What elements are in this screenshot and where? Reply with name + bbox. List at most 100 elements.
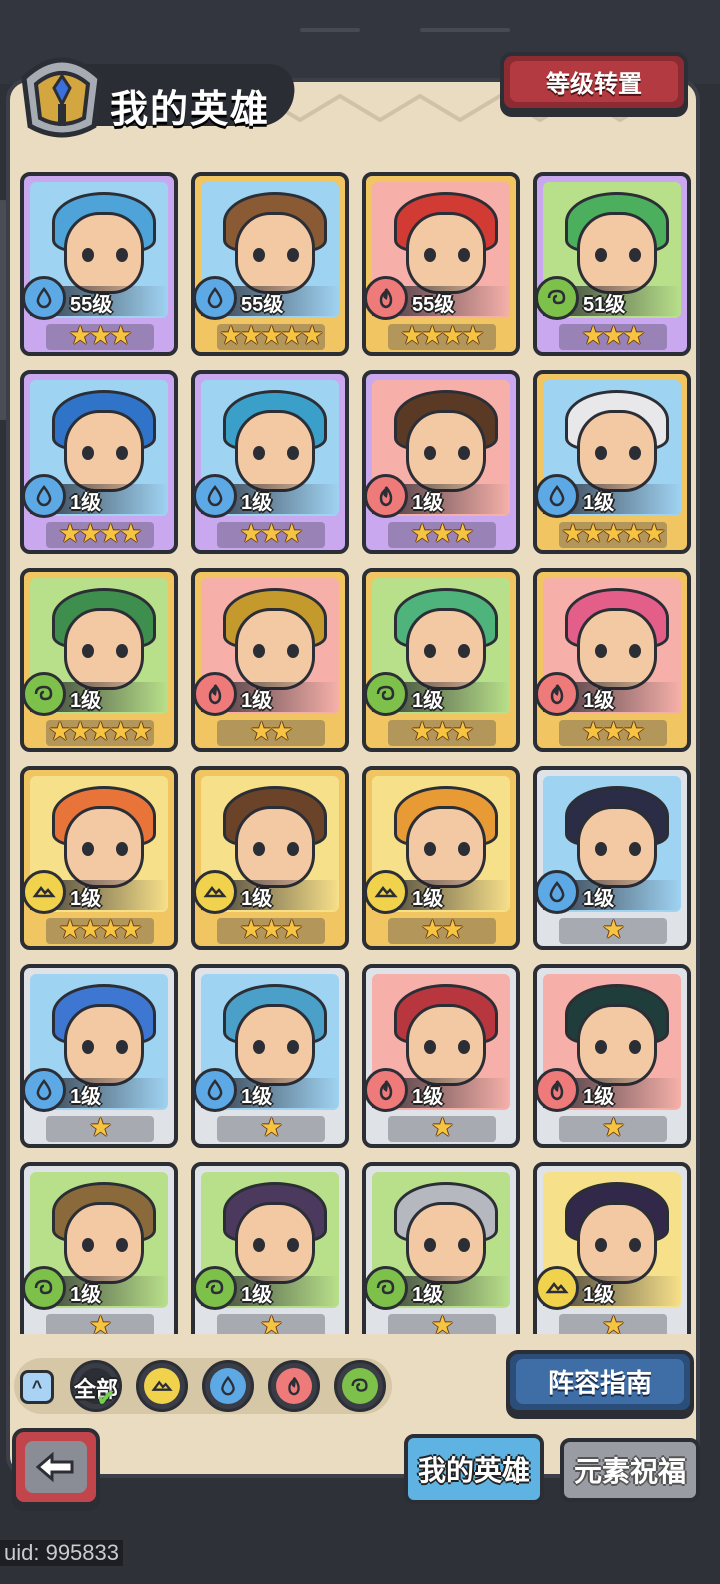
filter-water-button[interactable] xyxy=(202,1360,254,1412)
wind-element-icon xyxy=(24,672,66,716)
hero-card[interactable]: 1级 ★★★★ xyxy=(20,370,178,554)
hero-card[interactable]: 1级 ★★★ xyxy=(191,370,349,554)
hero-eye xyxy=(595,248,607,262)
hero-face xyxy=(406,410,486,492)
fire-element-icon xyxy=(366,474,408,518)
hero-face xyxy=(235,410,315,492)
wind-element-icon xyxy=(24,1266,66,1310)
hero-eye xyxy=(458,446,470,460)
filter-wind-button[interactable] xyxy=(334,1360,386,1412)
hero-card[interactable]: 1级 ★ xyxy=(20,964,178,1148)
water-element-icon xyxy=(537,870,579,914)
hero-card[interactable]: 55级 ★★★ xyxy=(20,172,178,356)
collapse-toggle-button[interactable]: ^ xyxy=(20,1370,54,1404)
hero-face xyxy=(406,806,486,888)
hero-face xyxy=(577,410,657,492)
hero-card[interactable]: 1级 ★ xyxy=(533,964,691,1148)
hero-eye xyxy=(253,644,265,658)
hero-card[interactable]: 1级 ★★★★★ xyxy=(20,568,178,752)
hero-card[interactable]: 1级 ★ xyxy=(191,1162,349,1334)
hero-level: 1级 xyxy=(241,690,273,712)
hero-level: 1级 xyxy=(412,690,444,712)
uid-label: uid: 995833 xyxy=(0,1540,123,1566)
hero-card[interactable]: 1级 ★★★ xyxy=(533,568,691,752)
hero-card[interactable]: 1级 ★★★ xyxy=(362,370,520,554)
hero-stars: ★ xyxy=(430,1310,454,1334)
hero-stars: ★★★ xyxy=(410,716,475,746)
lineup-guide-button[interactable]: 阵容指南 xyxy=(506,1350,694,1414)
hero-eye xyxy=(458,644,470,658)
water-element-icon xyxy=(24,276,66,320)
hero-level: 55级 xyxy=(70,294,113,316)
hero-card[interactable]: 1级 ★ xyxy=(362,964,520,1148)
hero-stars: ★ xyxy=(259,1310,283,1334)
hero-face xyxy=(406,1004,486,1086)
hero-eye xyxy=(116,644,128,658)
top-decoration xyxy=(300,28,360,32)
filter-earth-button[interactable] xyxy=(136,1360,188,1412)
hero-face xyxy=(577,1202,657,1284)
water-element-icon xyxy=(195,1068,237,1112)
hero-eye xyxy=(287,1040,299,1054)
water-element-icon xyxy=(24,474,66,518)
hero-card[interactable]: 1级 ★ xyxy=(533,766,691,950)
hero-eye xyxy=(458,1238,470,1252)
hero-card[interactable]: 51级 ★★★ xyxy=(533,172,691,356)
hero-level: 1级 xyxy=(412,1284,444,1306)
hero-face xyxy=(577,608,657,690)
page-title: 我的英雄 xyxy=(110,89,271,131)
hero-level: 55级 xyxy=(412,294,455,316)
hero-stars: ★ xyxy=(601,1112,625,1142)
hero-eye xyxy=(116,1040,128,1054)
hero-eye xyxy=(595,842,607,856)
hero-face xyxy=(64,410,144,492)
hero-card[interactable]: 1级 ★★ xyxy=(191,568,349,752)
hero-card[interactable]: 1级 ★★★ xyxy=(362,568,520,752)
hero-stars: ★★★ xyxy=(581,320,646,350)
hero-card[interactable]: 1级 ★★ xyxy=(362,766,520,950)
hero-card[interactable]: 1级 ★ xyxy=(362,1162,520,1334)
hero-face xyxy=(577,806,657,888)
hero-level: 51级 xyxy=(583,294,626,316)
wind-element-icon xyxy=(366,672,408,716)
hero-stars: ★★★★★ xyxy=(561,518,666,548)
hero-face xyxy=(577,1004,657,1086)
hero-level: 1级 xyxy=(70,1284,102,1306)
hero-level: 1级 xyxy=(412,1086,444,1108)
hero-eye xyxy=(424,644,436,658)
hero-stars: ★★★★ xyxy=(400,320,484,350)
fire-element-icon xyxy=(195,672,237,716)
hero-card[interactable]: 55级 ★★★★ xyxy=(362,172,520,356)
hero-eye xyxy=(82,1040,94,1054)
hero-card[interactable]: 1级 ★★★★ xyxy=(20,766,178,950)
page-header: 我的英雄 xyxy=(14,48,299,144)
hero-eye xyxy=(595,1040,607,1054)
level-transfer-button[interactable]: 等级转置 xyxy=(500,52,688,112)
hero-card[interactable]: 1级 ★★★★★ xyxy=(533,370,691,554)
hero-level: 1级 xyxy=(583,690,615,712)
hero-stars: ★★★★ xyxy=(58,914,142,944)
hero-card[interactable]: 55级 ★★★★★ xyxy=(191,172,349,356)
filter-fire-button[interactable] xyxy=(268,1360,320,1412)
hero-eye xyxy=(287,446,299,460)
hero-card[interactable]: 1级 ★ xyxy=(191,964,349,1148)
hero-card[interactable]: 1级 ★★★ xyxy=(191,766,349,950)
hero-face xyxy=(577,212,657,294)
tab-my-heroes[interactable]: 我的英雄 xyxy=(404,1434,544,1504)
wind-element-icon xyxy=(195,1266,237,1310)
water-element-icon xyxy=(210,1368,246,1404)
back-arrow-icon xyxy=(25,1441,87,1493)
hero-face xyxy=(406,212,486,294)
hero-eye xyxy=(629,842,641,856)
hero-level: 1级 xyxy=(583,888,615,910)
hero-eye xyxy=(116,446,128,460)
hero-card[interactable]: 1级 ★ xyxy=(20,1162,178,1334)
tab-element-blessing[interactable]: 元素祝福 xyxy=(560,1438,700,1502)
back-button[interactable] xyxy=(12,1428,100,1506)
hero-eye xyxy=(82,644,94,658)
hero-card[interactable]: 1级 ★ xyxy=(533,1162,691,1334)
hero-face xyxy=(235,1202,315,1284)
hero-stars: ★★ xyxy=(249,716,294,746)
hero-eye xyxy=(629,1040,641,1054)
earth-element-icon xyxy=(195,870,237,914)
